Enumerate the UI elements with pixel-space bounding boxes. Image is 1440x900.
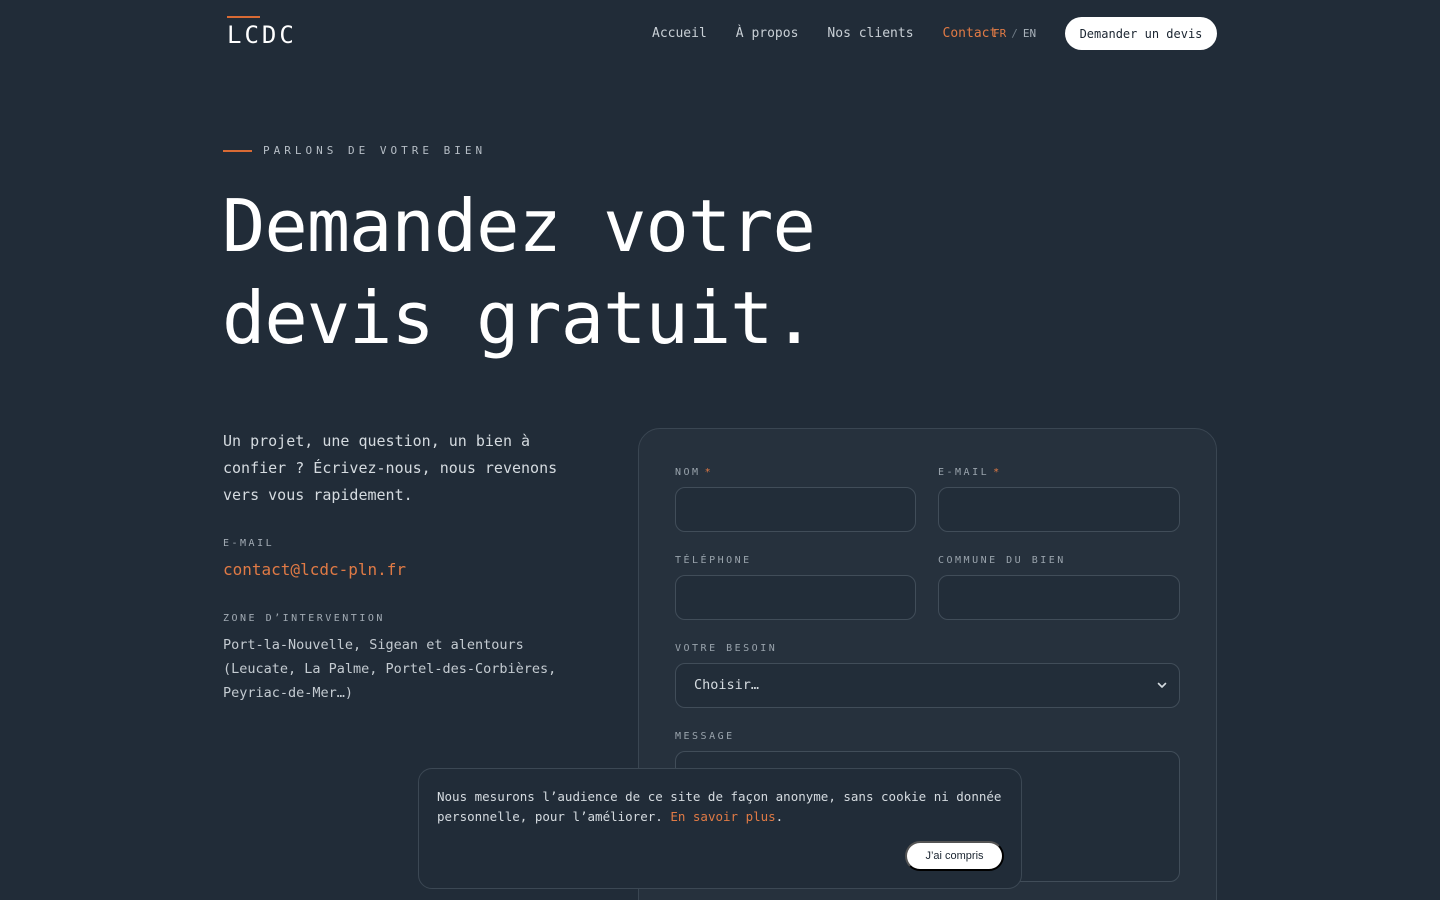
lang-fr[interactable]: FR: [993, 27, 1006, 40]
nom-field[interactable]: [675, 487, 916, 532]
cookie-banner: Nous mesurons l’audience de ce site de f…: [418, 768, 1022, 889]
site-header: LCDC Accueil À propos Nos clients Contac…: [0, 0, 1440, 68]
besoin-select[interactable]: Choisir…: [675, 663, 1180, 708]
contact-email-label: E-MAIL: [223, 538, 275, 549]
cookie-text: Nous mesurons l’audience de ce site de f…: [437, 789, 1002, 824]
eyebrow-accent-line: [223, 150, 252, 152]
telephone-field[interactable]: [675, 575, 916, 620]
nom-label: NOM *: [675, 467, 714, 478]
chevron-down-icon: [1157, 682, 1167, 688]
commune-label: COMMUNE DU BIEN: [938, 555, 1066, 566]
zone-label: ZONE D’INTERVENTION: [223, 613, 385, 624]
page-title-line-2: devis gratuit.: [222, 276, 816, 360]
page-title-line-1: Demandez votre: [222, 184, 816, 268]
required-mark: *: [704, 467, 714, 478]
language-switcher: FR / EN: [993, 22, 1036, 46]
message-label: MESSAGE: [675, 731, 735, 742]
email-label: E-MAIL *: [938, 467, 1002, 478]
besoin-label: VOTRE BESOIN: [675, 643, 778, 654]
page-title: Demandez votre devis gratuit.: [222, 180, 982, 364]
request-quote-button[interactable]: Demander un devis: [1065, 17, 1217, 50]
cookie-learn-more-link[interactable]: En savoir plus: [670, 809, 775, 824]
commune-field[interactable]: [938, 575, 1180, 620]
cookie-accept-button[interactable]: J’ai compris: [905, 841, 1004, 871]
lang-en[interactable]: EN: [1023, 27, 1036, 40]
nav-item-contact[interactable]: Contact: [943, 22, 998, 46]
nav-item-accueil[interactable]: Accueil: [652, 22, 707, 46]
contact-email-link[interactable]: contact@lcdc-pln.fr: [223, 558, 406, 582]
main-nav: Accueil À propos Nos clients Contact: [652, 22, 1026, 46]
besoin-selected-value: Choisir…: [694, 677, 760, 693]
contact-intro: Un projet, une question, un bien à confi…: [223, 432, 558, 504]
zone-text: Port-la-Nouvelle, Sigean et alentours (L…: [223, 637, 557, 701]
telephone-label: TÉLÉPHONE: [675, 555, 752, 566]
logo[interactable]: LCDC: [227, 16, 297, 54]
email-field[interactable]: [938, 487, 1180, 532]
nav-item-nos-clients[interactable]: Nos clients: [827, 22, 913, 46]
page: LCDC Accueil À propos Nos clients Contac…: [0, 0, 1440, 900]
eyebrow: PARLONS DE VOTRE BIEN: [263, 144, 487, 157]
nav-item-a-propos[interactable]: À propos: [736, 22, 799, 46]
required-mark: *: [993, 467, 1002, 478]
lang-separator: /: [1011, 27, 1018, 40]
